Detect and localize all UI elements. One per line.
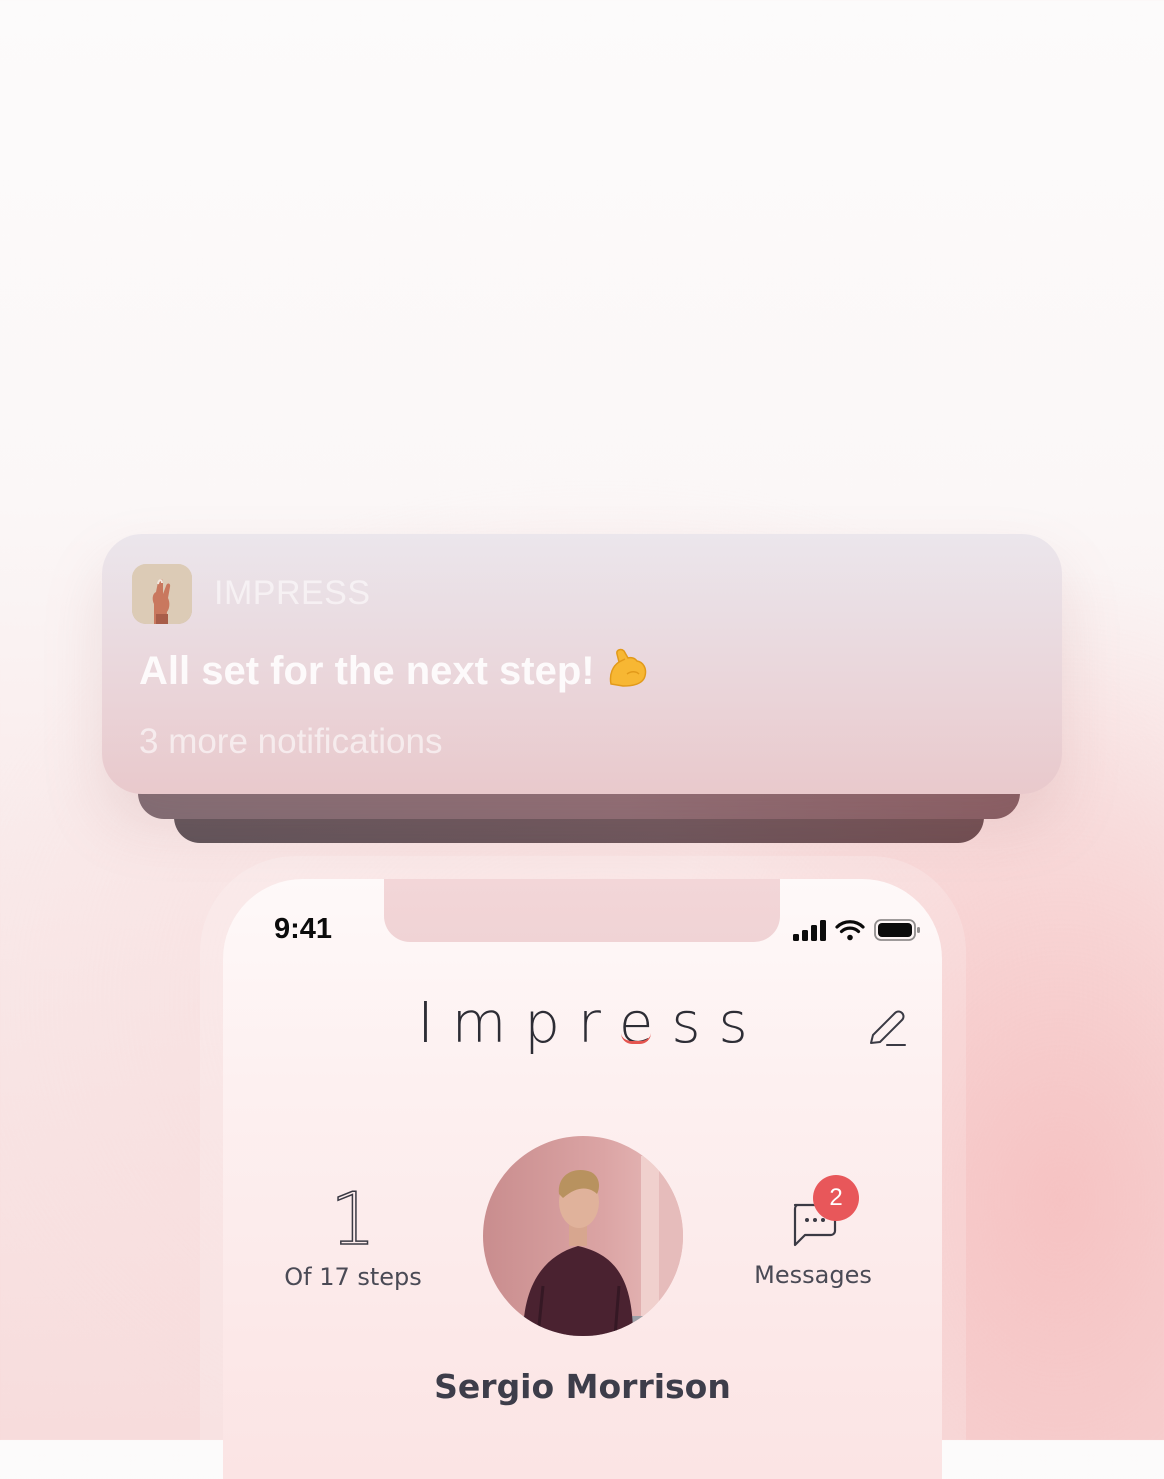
notification-title: All set for the next step! bbox=[139, 644, 649, 700]
brand-logo: Impress bbox=[223, 991, 942, 1056]
status-icons bbox=[791, 917, 923, 947]
notification-more-text: 3 more notifications bbox=[139, 722, 443, 761]
edit-button[interactable] bbox=[865, 1007, 909, 1051]
pencil-icon bbox=[870, 1010, 906, 1046]
wifi-icon bbox=[835, 920, 865, 941]
brand-accent-letter: e bbox=[618, 991, 672, 1056]
messages-icon-wrap: 2 bbox=[783, 1175, 859, 1255]
avatar[interactable] bbox=[483, 1136, 683, 1336]
messages-badge: 2 bbox=[813, 1175, 859, 1221]
phone-screen: 9:41 Impress 1 Of 17 steps 2 Messages Se… bbox=[223, 879, 942, 1479]
battery-icon bbox=[874, 919, 920, 941]
steps-number: 1 bbox=[329, 1177, 376, 1261]
app-icon bbox=[132, 564, 192, 624]
messages-button[interactable]: 2 Messages bbox=[723, 1175, 903, 1289]
phone-notch bbox=[384, 879, 780, 942]
cellular-signal-icon bbox=[793, 920, 826, 941]
notification-title-text: All set for the next step! bbox=[139, 649, 595, 693]
brand-text-end: ss bbox=[671, 991, 766, 1056]
flexed-biceps-icon bbox=[603, 644, 649, 700]
steps-counter: 1 Of 17 steps bbox=[263, 1177, 443, 1291]
notification-card[interactable]: IMPRESS All set for the next step! 3 mor… bbox=[102, 534, 1062, 794]
user-name: Sergio Morrison bbox=[434, 1367, 731, 1406]
steps-label: Of 17 steps bbox=[284, 1263, 422, 1291]
brand-text-start: Impr bbox=[417, 991, 619, 1056]
status-time: 9:41 bbox=[274, 913, 333, 945]
notification-app-name: IMPRESS bbox=[214, 574, 371, 612]
messages-label: Messages bbox=[754, 1261, 872, 1289]
